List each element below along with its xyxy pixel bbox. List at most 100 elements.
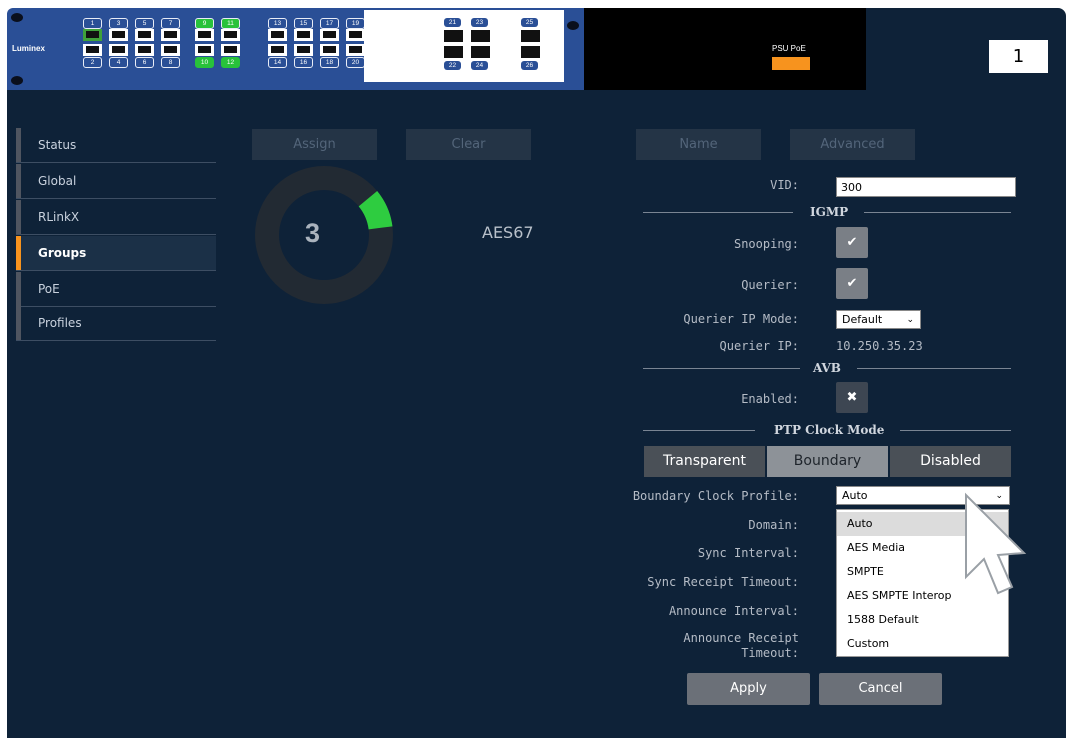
- port-jack: [471, 46, 490, 58]
- port-number: 4: [109, 57, 128, 68]
- unit-number: 1: [989, 40, 1048, 73]
- port-number: 19: [346, 18, 365, 29]
- querier-label: Querier:: [741, 278, 799, 292]
- port-number: 12: [221, 57, 240, 68]
- port-number: 7: [161, 18, 180, 29]
- ethernet-port[interactable]: 56: [134, 18, 155, 82]
- port-jack: [444, 46, 463, 58]
- vid-input[interactable]: 300: [836, 177, 1016, 197]
- port-jack: [346, 44, 365, 56]
- mouse-pointer-icon: [965, 492, 1027, 595]
- sfp-port[interactable]: 23 24: [470, 18, 491, 80]
- sidebar-item-label: Status: [38, 138, 77, 152]
- port-jack: [161, 29, 180, 41]
- port-jack: [444, 30, 463, 42]
- port-number: 11: [221, 18, 240, 29]
- sidebar-item-poe[interactable]: PoE: [16, 272, 216, 307]
- divider: [900, 430, 1011, 431]
- port-number: 14: [268, 57, 287, 68]
- ethernet-port[interactable]: 9 10: [194, 18, 215, 82]
- port-number: 15: [294, 18, 313, 29]
- ethernet-port[interactable]: 34: [108, 18, 129, 82]
- sidebar-item-profiles[interactable]: Profiles: [16, 306, 216, 341]
- sync-interval-label: Sync Interval:: [697, 546, 799, 560]
- port-number: 23: [471, 18, 488, 27]
- port-jack: [221, 44, 240, 56]
- sidebar-item-rlinkx[interactable]: RLinkX: [16, 200, 216, 235]
- igmp-section-title: IGMP: [810, 205, 849, 219]
- port-number: 24: [471, 61, 488, 70]
- port-jack: [161, 44, 180, 56]
- ethernet-port[interactable]: 78: [160, 18, 181, 82]
- clear-button[interactable]: Clear: [406, 129, 531, 160]
- port-jack: [109, 29, 128, 41]
- dropdown-option-1588-default[interactable]: 1588 Default: [837, 608, 1008, 632]
- divider: [864, 212, 1011, 213]
- ethernet-port[interactable]: 17 18: [319, 18, 340, 82]
- avb-section-title: AVB: [813, 361, 841, 375]
- ethernet-port[interactable]: 19 20: [345, 18, 366, 82]
- psu-label: PSU PoE: [772, 44, 806, 53]
- ethernet-port[interactable]: 13 14: [267, 18, 288, 82]
- rack-hole: [11, 13, 23, 22]
- ethernet-port[interactable]: 11 12: [220, 18, 241, 82]
- ethernet-port[interactable]: 15 16: [293, 18, 314, 82]
- sfp-port[interactable]: 25 26: [520, 18, 541, 80]
- group-number: 3: [305, 218, 321, 248]
- port-number: 8: [161, 57, 180, 68]
- sidebar-item-label: RLinkX: [38, 210, 80, 224]
- advanced-button[interactable]: Advanced: [790, 129, 915, 160]
- divider: [643, 212, 793, 213]
- avb-enabled-checkbox[interactable]: ✖: [836, 382, 868, 413]
- vid-label: VID:: [770, 178, 799, 192]
- chevron-down-icon: ⌄: [906, 315, 914, 325]
- ptp-mode-transparent[interactable]: Transparent: [644, 446, 765, 477]
- domain-label: Domain:: [748, 518, 799, 532]
- psu-indicator: [772, 57, 810, 70]
- snooping-checkbox[interactable]: ✔: [836, 227, 868, 258]
- port-jack: [521, 46, 540, 58]
- sidebar-marker: [16, 272, 21, 306]
- port-jack: [294, 44, 313, 56]
- announce-receipt-label-2: Timeout:: [741, 646, 799, 660]
- divider: [643, 430, 755, 431]
- querier-ip-mode-value: Default: [842, 313, 883, 326]
- ptp-mode-disabled[interactable]: Disabled: [890, 446, 1011, 477]
- boundary-profile-value: Auto: [842, 489, 868, 502]
- sidebar-marker: [16, 306, 21, 340]
- ptp-mode-boundary[interactable]: Boundary: [767, 446, 888, 477]
- port-jack: [195, 44, 214, 56]
- sidebar-marker: [16, 200, 21, 234]
- port-number: 16: [294, 57, 313, 68]
- sidebar-item-groups[interactable]: Groups: [16, 236, 216, 271]
- port-jack: [268, 29, 287, 41]
- assign-button[interactable]: Assign: [252, 129, 377, 160]
- port-jack: [320, 29, 339, 41]
- apply-button[interactable]: Apply: [687, 673, 810, 705]
- sidebar-item-label: Profiles: [38, 316, 82, 330]
- rack-hole: [11, 76, 23, 85]
- cancel-button[interactable]: Cancel: [819, 673, 942, 705]
- group-ring: [255, 166, 393, 304]
- ethernet-port[interactable]: 12: [82, 18, 103, 82]
- querier-ip-mode-label: Querier IP Mode:: [683, 312, 799, 326]
- port-jack: [109, 44, 128, 56]
- querier-checkbox[interactable]: ✔: [836, 268, 868, 299]
- name-button[interactable]: Name: [636, 129, 761, 160]
- port-number: 3: [109, 18, 128, 29]
- port-number: 17: [320, 18, 339, 29]
- port-jack: [83, 29, 102, 41]
- group-ring-track: [255, 166, 393, 304]
- dropdown-option-custom[interactable]: Custom: [837, 632, 1008, 656]
- rack-hole: [567, 21, 579, 30]
- querier-ip-mode-select[interactable]: Default ⌄: [836, 310, 921, 329]
- status-display: [584, 8, 866, 90]
- port-number: 21: [444, 18, 461, 27]
- port-number: 25: [521, 18, 538, 27]
- sidebar-item-status[interactable]: Status: [16, 128, 216, 163]
- sidebar-item-global[interactable]: Global: [16, 164, 216, 199]
- sfp-port[interactable]: 21 22: [443, 18, 464, 80]
- port-jack: [195, 29, 214, 41]
- announce-receipt-label: Announce Receipt: [683, 631, 799, 645]
- check-icon: ✔: [846, 235, 858, 250]
